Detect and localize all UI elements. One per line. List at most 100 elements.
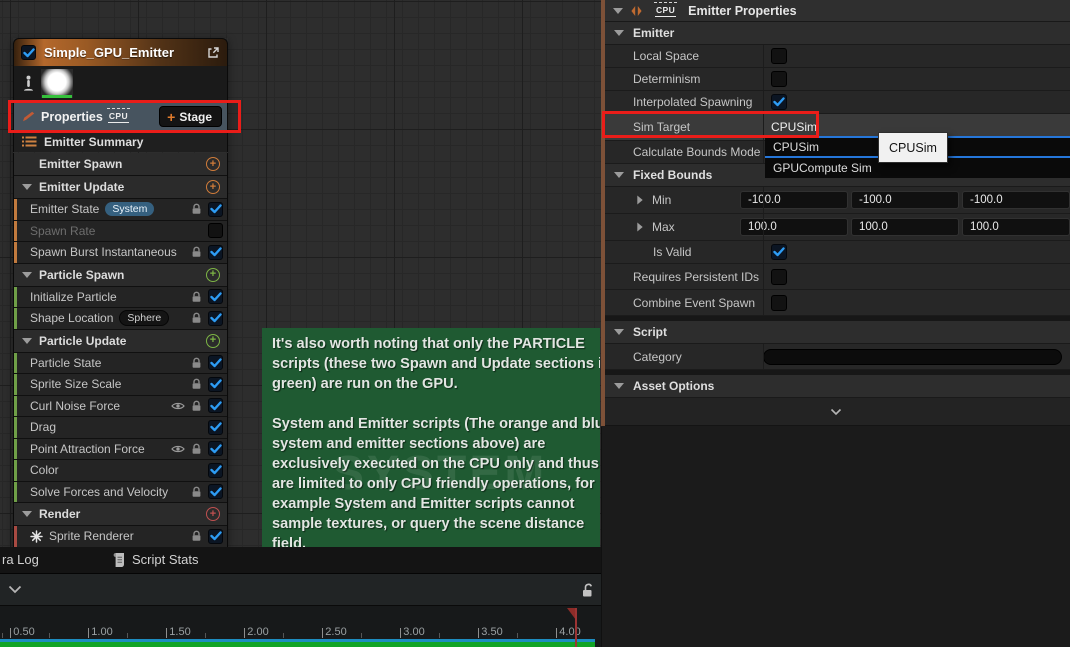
stack-item-initialize-particle[interactable]: Initialize Particle <box>14 287 227 308</box>
panel-expander[interactable] <box>601 398 1070 426</box>
system-overview-graph[interactable]: Simple_GPU_Emitter Properties CPU <box>0 0 601 547</box>
stack-item-drag[interactable]: Drag <box>14 417 227 438</box>
add-stage-button[interactable]: + Stage <box>159 106 222 127</box>
max-y-field[interactable]: 100.0 <box>851 218 959 236</box>
prop-row-category[interactable]: Category <box>601 344 1070 370</box>
module-checkbox[interactable] <box>208 420 223 435</box>
open-emitter-icon[interactable] <box>207 46 220 59</box>
stack-section-particle-update[interactable]: Particle Update+ <box>14 330 227 352</box>
module-checkbox[interactable] <box>208 245 223 260</box>
panel-empty-area <box>601 427 1070 647</box>
module-checkbox[interactable] <box>208 441 223 456</box>
stack-item-emitter-state[interactable]: Emitter StateSystem <box>14 199 227 220</box>
add-module-icon[interactable]: + <box>206 157 220 171</box>
chevron-down-icon[interactable] <box>614 30 624 36</box>
chevron-right-icon[interactable] <box>637 223 642 232</box>
chevron-down-icon[interactable] <box>22 272 32 278</box>
prop-row-local-space[interactable]: Local Space <box>601 45 1070 68</box>
chevron-down-icon[interactable] <box>614 172 624 178</box>
min-y-field[interactable]: -100.0 <box>851 191 959 209</box>
details-panel-header[interactable]: CPU Emitter Properties <box>601 0 1070 22</box>
stack-item-spawn-rate[interactable]: Spawn Rate <box>14 221 227 242</box>
section-script[interactable]: Script <box>601 321 1070 344</box>
stack-item-shape-location[interactable]: Shape LocationSphere <box>14 308 227 329</box>
min-x-field[interactable]: -100.0 <box>740 191 848 209</box>
emitter-enabled-checkbox[interactable] <box>21 45 36 60</box>
stack-item-emitter-summary[interactable]: Emitter Summary <box>13 131 228 152</box>
stack-item-color[interactable]: Color <box>14 460 227 481</box>
combine-event-spawn-checkbox[interactable] <box>771 295 787 311</box>
max-x-field[interactable]: 100.0 <box>740 218 848 236</box>
is-valid-checkbox[interactable] <box>771 244 787 260</box>
timeline-playback-bar[interactable] <box>0 642 595 647</box>
determinism-checkbox[interactable] <box>771 71 787 87</box>
max-z-field[interactable]: 100.0 <box>962 218 1070 236</box>
chevron-down-icon[interactable] <box>614 383 624 389</box>
module-checkbox[interactable] <box>208 355 223 370</box>
chevron-down-icon[interactable] <box>22 184 32 190</box>
prop-row-combine-event-spawn[interactable]: Combine Event Spawn <box>601 290 1070 316</box>
stack-item-spawn-burst-instantaneous[interactable]: Spawn Burst Instantaneous <box>14 242 227 263</box>
chevron-down-icon[interactable] <box>614 329 624 335</box>
add-module-icon[interactable]: + <box>206 507 220 521</box>
prop-row-max[interactable]: Max 100.0 100.0 100.0 <box>601 214 1070 241</box>
playhead-line[interactable] <box>575 608 577 647</box>
module-checkbox[interactable] <box>208 484 223 499</box>
module-checkbox[interactable] <box>208 377 223 392</box>
interpolated-spawning-checkbox[interactable] <box>771 94 787 110</box>
module-checkbox[interactable] <box>208 223 223 238</box>
requires-persistent-ids-checkbox[interactable] <box>771 269 787 285</box>
sim-target-value[interactable]: CPUSim <box>771 120 817 134</box>
category-input[interactable] <box>763 349 1062 365</box>
ruler-minor-tick <box>127 633 128 638</box>
stack-item-solve-forces-and-velocity[interactable]: Solve Forces and Velocity <box>14 482 227 503</box>
plus-icon: + <box>167 110 175 124</box>
unlock-icon[interactable] <box>581 582 594 598</box>
tab-niagara-log[interactable]: ra Log <box>2 552 39 567</box>
stack-section-emitter-spawn[interactable]: Emitter Spawn+ <box>14 153 227 175</box>
prop-row-determinism[interactable]: Determinism <box>601 68 1070 91</box>
prop-row-interpolated-spawning[interactable]: Interpolated Spawning <box>601 91 1070 114</box>
lock-icon <box>191 530 202 542</box>
module-checkbox[interactable] <box>208 463 223 478</box>
sphere-badge: Sphere <box>119 310 169 326</box>
chevron-down-icon[interactable] <box>22 511 32 517</box>
emitter-node[interactable]: Simple_GPU_Emitter Properties CPU <box>13 38 228 547</box>
add-module-icon[interactable]: + <box>206 334 220 348</box>
cpu-badge-icon: CPU <box>108 111 129 123</box>
stack-item-sprite-size-scale[interactable]: Sprite Size Scale <box>14 374 227 395</box>
module-checkbox[interactable] <box>208 398 223 413</box>
section-emitter[interactable]: Emitter <box>601 22 1070 45</box>
stack-section-emitter-update[interactable]: Emitter Update+ <box>14 176 227 198</box>
prop-row-is-valid[interactable]: Is Valid <box>601 241 1070 264</box>
local-space-checkbox[interactable] <box>771 48 787 64</box>
section-asset-options[interactable]: Asset Options <box>601 375 1070 398</box>
module-checkbox[interactable] <box>208 202 223 217</box>
tooltip: CPUSim <box>878 132 948 163</box>
module-checkbox[interactable] <box>208 311 223 326</box>
prop-row-requires-persistent-ids[interactable]: Requires Persistent IDs <box>601 264 1070 290</box>
tab-script-stats[interactable]: Script Stats <box>132 552 198 567</box>
stack-section-particle-spawn[interactable]: Particle Spawn+ <box>14 264 227 286</box>
chevron-right-icon[interactable] <box>637 196 642 205</box>
stack-item-sprite-renderer[interactable]: Sprite Renderer <box>14 526 227 547</box>
module-checkbox[interactable] <box>208 289 223 304</box>
eye-icon[interactable] <box>171 444 185 454</box>
module-checkbox[interactable] <box>208 529 223 544</box>
stack-item-emitter-properties[interactable]: Properties CPU + Stage <box>13 102 228 131</box>
stack-item-point-attraction-force[interactable]: Point Attraction Force <box>14 439 227 460</box>
chevron-down-icon[interactable] <box>8 585 22 594</box>
stack-item-particle-state[interactable]: Particle State <box>14 353 227 374</box>
particle-thumbnail[interactable] <box>41 69 73 98</box>
properties-label: Properties <box>41 110 103 124</box>
min-z-field[interactable]: -100.0 <box>962 191 1070 209</box>
stack-item-curl-noise-force[interactable]: Curl Noise Force <box>14 396 227 417</box>
add-module-icon[interactable]: + <box>206 180 220 194</box>
chevron-down-icon[interactable] <box>22 338 32 344</box>
stack-section-render[interactable]: Render+ <box>14 503 227 525</box>
emitter-node-header[interactable]: Simple_GPU_Emitter <box>13 38 228 66</box>
add-module-icon[interactable]: + <box>206 268 220 282</box>
prop-row-min[interactable]: Min -100.0 -100.0 -100.0 <box>601 187 1070 214</box>
chevron-down-icon[interactable] <box>613 8 623 14</box>
eye-icon[interactable] <box>171 401 185 411</box>
